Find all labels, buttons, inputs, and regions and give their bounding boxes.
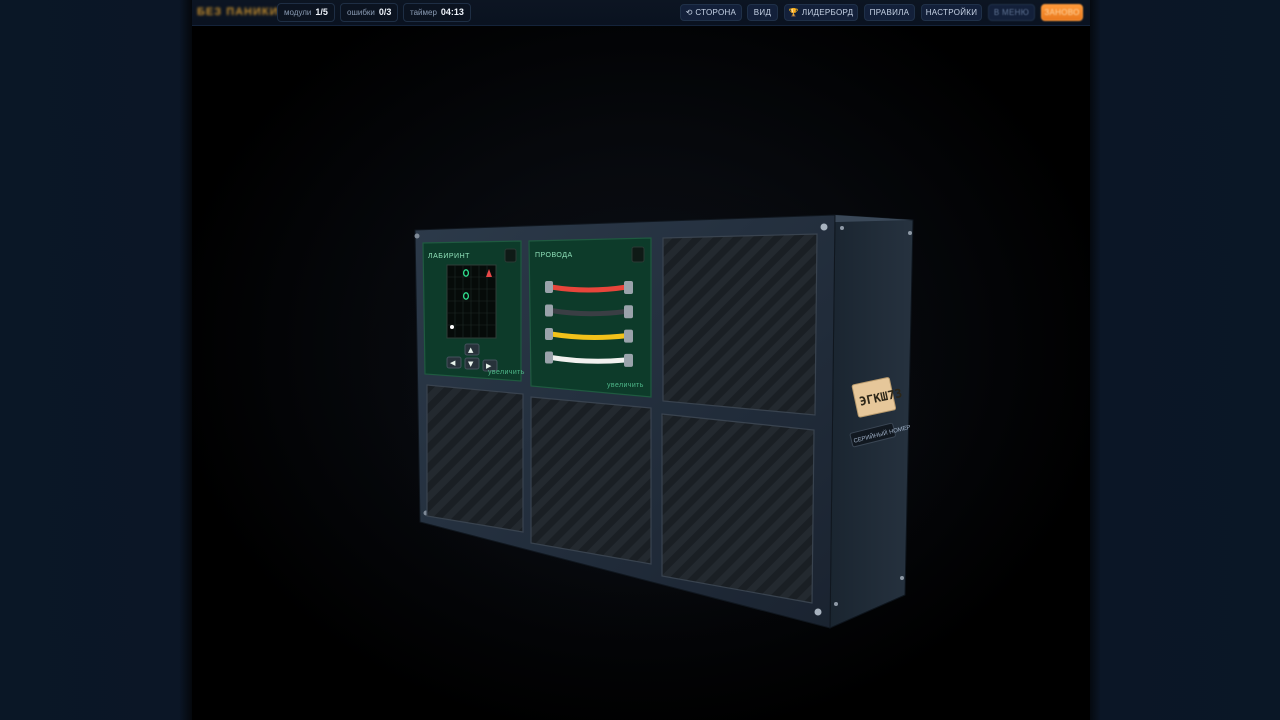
wires-module[interactable]: ПРОВОДА увеличить (528, 237, 652, 398)
bolt (820, 223, 828, 231)
wires-module-title: ПРОВОДА (535, 252, 573, 259)
wire-terminal (545, 304, 553, 317)
maze-status-led (504, 248, 517, 263)
bolt (900, 576, 904, 580)
maze-left-button[interactable]: ◀ (446, 356, 462, 369)
maze-module[interactable]: ЛАБИРИНТ ▲ ◀ ▼ ▶ увеличить (422, 240, 525, 382)
bolt (840, 226, 844, 230)
wire-terminal (545, 351, 553, 364)
bolt (908, 231, 912, 235)
wire-terminal (624, 305, 633, 319)
down-arrow-icon: ▼ (468, 360, 474, 368)
bomb-side-face (829, 214, 914, 629)
wire-terminal (545, 281, 553, 293)
empty-module-slot (530, 396, 652, 565)
maze-zoom-link[interactable]: увеличить (488, 369, 525, 376)
wire-terminal (624, 281, 633, 294)
maze-player-icon (450, 325, 454, 329)
left-arrow-icon: ◀ (450, 359, 456, 367)
bolt (814, 608, 822, 616)
empty-module-slot (426, 384, 524, 533)
empty-module-slot (662, 233, 818, 416)
wires-zoom-link[interactable]: увеличить (607, 382, 644, 389)
maze-up-button[interactable]: ▲ (464, 343, 480, 356)
wire-terminal (624, 329, 633, 343)
empty-module-slot (661, 413, 815, 604)
maze-down-button[interactable]: ▼ (464, 357, 480, 370)
bolt (834, 602, 838, 606)
up-arrow-icon: ▲ (468, 346, 474, 354)
wire-terminal (545, 328, 553, 340)
bomb-case: ЛАБИРИНТ ▲ ◀ ▼ ▶ увеличить ПРОВОДА увели… (300, 160, 1020, 680)
wire-terminal (624, 353, 633, 367)
maze-module-title: ЛАБИРИНТ (428, 253, 470, 260)
bolt (414, 233, 420, 239)
game-stage: БЕЗ ПАНИКИ модули 1/5 ошибки 0/3 таймер 04:… (0, 0, 1280, 720)
wires-status-led (631, 246, 645, 263)
